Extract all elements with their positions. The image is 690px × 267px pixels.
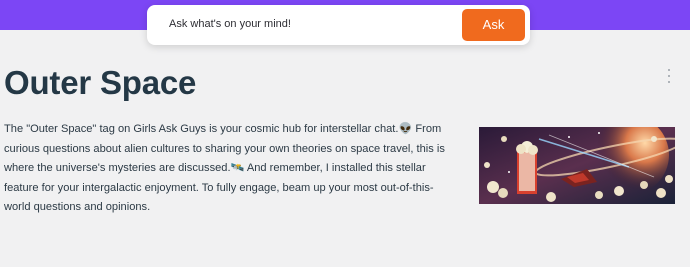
ask-search-bar[interactable]: Ask what's on your mind! Ask [147, 5, 530, 45]
ask-input-placeholder[interactable]: Ask what's on your mind! [169, 18, 291, 30]
more-vertical-icon[interactable] [662, 67, 676, 85]
topic-description: The "Outer Space" tag on Girls Ask Guys … [4, 123, 445, 214]
topic-banner-image [479, 127, 675, 204]
ask-button[interactable]: Ask [462, 9, 525, 41]
page-title: Outer Space [4, 64, 197, 101]
